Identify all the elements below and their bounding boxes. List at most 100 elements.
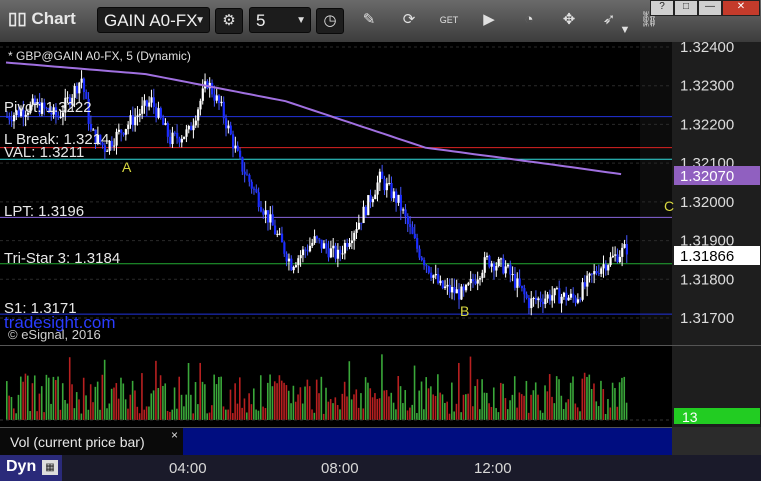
candle-body <box>12 115 16 122</box>
help-button[interactable]: ? <box>650 0 674 16</box>
candle-body <box>478 278 482 280</box>
funnel-icon[interactable]: ▼ <box>612 18 638 42</box>
volume-bar <box>26 375 29 420</box>
volume-bar <box>562 409 565 420</box>
volume-bar <box>527 412 530 420</box>
candle-body <box>430 272 433 278</box>
candle-body <box>469 278 472 284</box>
candle-body <box>392 191 395 199</box>
volume-bar <box>108 403 111 420</box>
candle-body <box>367 195 370 216</box>
volume-bar <box>569 382 572 420</box>
volume-bar <box>376 398 379 420</box>
pencil-icon[interactable]: ✎ <box>356 8 382 32</box>
volume-bar <box>40 386 43 420</box>
clock-icon[interactable]: ◷ <box>316 8 344 34</box>
volume-bar <box>611 382 614 420</box>
chevron-down-icon: ▼ <box>296 15 306 26</box>
calendar-icon[interactable]: ▦ <box>42 460 58 475</box>
volume-bar <box>574 403 577 420</box>
volume-bar <box>245 412 248 420</box>
volume-bar <box>171 409 174 420</box>
refresh-icon[interactable]: ⟳ <box>396 8 422 32</box>
candle-body <box>371 199 375 203</box>
candle-body <box>444 286 447 289</box>
volume-bar <box>220 376 222 420</box>
maximize-button[interactable]: □ <box>674 0 698 16</box>
candle-body <box>611 255 614 258</box>
candle-body <box>572 293 575 298</box>
candle-body <box>145 100 148 107</box>
interval-combo[interactable]: 5 ▼ <box>249 7 311 33</box>
volume-bar <box>534 382 537 420</box>
volume-bar <box>157 388 160 420</box>
candle-body <box>411 227 414 234</box>
minimize-button[interactable]: — <box>698 0 722 16</box>
candle-body <box>292 266 295 271</box>
volume-bar <box>546 391 549 420</box>
play-icon[interactable]: ▶ <box>476 8 502 32</box>
volume-bar <box>355 389 358 420</box>
volume-bar <box>357 407 360 420</box>
toolbar: ▯▯ Chart GAIN A0-FX ▼ ⚙ 5 ▼ ◷ ✎ ⟳ GET ▶ ◔ … <box>0 0 761 43</box>
volume-bar <box>50 403 52 420</box>
volume-bar <box>115 383 118 420</box>
volume-bar <box>558 379 560 420</box>
volume-bar <box>15 413 17 420</box>
volume-bar <box>311 409 313 420</box>
candle-body <box>190 125 193 131</box>
volume-bar <box>243 398 246 420</box>
settings-gear-icon[interactable]: ⚙ <box>215 8 243 34</box>
candle-body <box>115 131 118 146</box>
dynamic-mode-button[interactable]: Dyn ▦ <box>0 455 62 481</box>
get-icon[interactable]: GET <box>436 8 462 32</box>
candle-body <box>499 258 503 260</box>
candle-body <box>541 301 545 305</box>
candle-body <box>313 236 316 243</box>
symbol-combo[interactable]: GAIN A0-FX ▼ <box>97 7 210 33</box>
volume-bar <box>378 398 381 420</box>
candle-body <box>348 243 351 247</box>
volume-bar <box>541 412 544 420</box>
volume-bar <box>141 373 143 420</box>
volume-bar <box>68 357 71 420</box>
candle-body <box>553 288 556 296</box>
candle-body <box>420 257 423 261</box>
candle-body <box>397 194 400 203</box>
candle-body <box>162 117 165 125</box>
close-button[interactable]: ✕ <box>722 0 760 16</box>
volume-bar <box>490 406 493 420</box>
pivot-label: Pivot: 1.3222 <box>4 99 92 116</box>
volume-legend[interactable]: Vol (current price bar) × <box>0 427 183 456</box>
volume-bar <box>472 406 474 420</box>
candle-body <box>176 132 179 139</box>
candle-body <box>495 266 498 271</box>
legend-close-icon[interactable]: × <box>171 428 178 442</box>
volume-bar <box>89 384 92 420</box>
volume-bar <box>232 413 234 420</box>
candle-body <box>166 123 169 137</box>
volume-bar <box>478 409 481 420</box>
volume-bar <box>446 401 448 420</box>
volume-chart[interactable]: 13 <box>0 345 761 427</box>
volume-bar <box>113 387 115 420</box>
volume-bar <box>169 411 171 420</box>
volume-bar <box>273 381 276 420</box>
volume-bar <box>451 382 453 420</box>
price-chart[interactable]: 1.324001.323001.322001.321001.320001.319… <box>0 42 761 345</box>
candle-body <box>402 209 405 211</box>
volume-bar <box>82 377 85 420</box>
price-tick-label: 1.32200 <box>680 116 734 133</box>
volume-bar <box>413 365 416 420</box>
volume-bar <box>308 386 311 420</box>
volume-bar <box>266 382 269 420</box>
candle-body <box>378 171 381 183</box>
candle-body <box>490 263 493 267</box>
candle-body <box>588 273 591 276</box>
volume-bar <box>313 412 316 420</box>
candle-body <box>283 242 286 254</box>
volume-bar <box>572 376 574 420</box>
gauge-icon[interactable]: ◔ <box>516 8 542 32</box>
volume-bar <box>362 408 365 420</box>
pin-icon[interactable]: ✥ <box>556 8 582 32</box>
